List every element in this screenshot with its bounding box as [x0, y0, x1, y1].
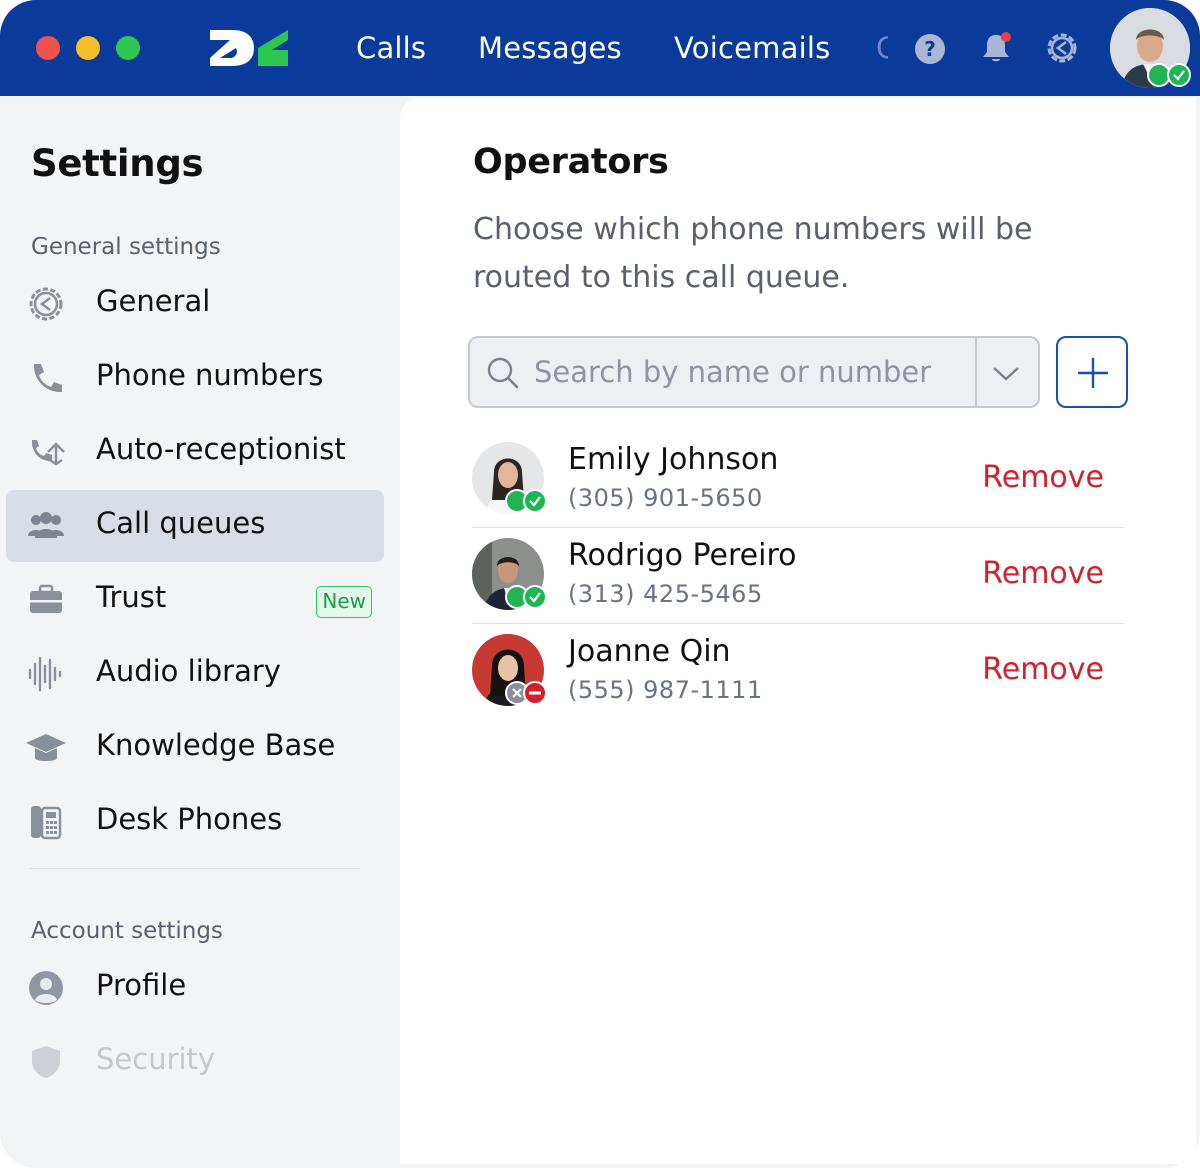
sidebar-item-label: Security	[96, 1042, 216, 1076]
status-available-icon	[1147, 63, 1191, 87]
sidebar-title: Settings	[31, 142, 204, 185]
sidebar-item-label: General	[96, 284, 211, 318]
sidebar-item-profile[interactable]: Profile	[6, 952, 384, 1024]
nav-voicemails[interactable]: Voicemails	[674, 30, 830, 66]
section-label-general: General settings	[31, 234, 221, 260]
waveform-icon	[28, 656, 62, 692]
sidebar-item-label: Profile	[96, 968, 187, 1002]
status-available-icon	[505, 489, 547, 513]
status-available-icon	[505, 585, 547, 609]
operator-name: Rodrigo Pereiro	[568, 538, 797, 573]
sidebar-item-label: Desk Phones	[96, 802, 283, 836]
sidebar-item-desk-phones[interactable]: Desk Phones	[6, 786, 384, 858]
sidebar-item-trust[interactable]: Trust New	[6, 564, 384, 636]
sidebar-item-label: Call queues	[96, 506, 266, 540]
window-close-button[interactable]	[36, 36, 60, 60]
sidebar-item-label: Audio library	[96, 654, 281, 688]
status-dnd-icon	[505, 681, 547, 705]
briefcase-icon	[30, 584, 62, 613]
section-label-account: Account settings	[31, 918, 223, 944]
search-icon	[487, 357, 519, 389]
remove-operator-button[interactable]: Remove	[982, 460, 1104, 495]
add-operator-button[interactable]	[1056, 336, 1128, 408]
sidebar-item-security[interactable]: Security	[6, 1026, 384, 1098]
svg-text:?: ?	[924, 37, 936, 61]
nav-messages[interactable]: Messages	[478, 30, 622, 66]
people-icon	[28, 512, 64, 538]
phone-icon	[33, 364, 62, 393]
nav-overflow-item[interactable]: C	[876, 30, 888, 66]
sidebar-item-auto-receptionist[interactable]: Auto-receptionist	[6, 416, 384, 488]
gear-icon[interactable]	[1044, 30, 1080, 66]
sidebar-item-label: Trust	[96, 580, 167, 614]
sidebar-divider	[30, 868, 360, 869]
operator-name: Emily Johnson	[568, 442, 779, 477]
sidebar-item-phone-numbers[interactable]: Phone numbers	[6, 342, 384, 414]
bell-icon[interactable]	[978, 30, 1014, 66]
operator-name: Joanne Qin	[568, 634, 731, 669]
page-description: Choose which phone numbers will be route…	[473, 212, 1033, 295]
window-minimize-button[interactable]	[76, 36, 100, 60]
app-logo[interactable]	[208, 28, 290, 68]
operator-phone: (313) 425-5465	[568, 580, 763, 608]
gear-icon	[29, 287, 63, 321]
operator-row: Emily Johnson (305) 901-5650 Remove	[472, 432, 1124, 528]
sidebar-item-knowledge-base[interactable]: Knowledge Base	[6, 712, 384, 784]
settings-sidebar: Settings General settings General Phone …	[0, 96, 400, 1168]
sidebar-item-general[interactable]: General	[6, 268, 384, 340]
operator-search[interactable]	[468, 336, 1040, 408]
desk-phone-icon	[31, 806, 62, 840]
search-divider	[975, 338, 977, 406]
remove-operator-button[interactable]: Remove	[982, 556, 1104, 591]
help-icon[interactable]: ?	[914, 33, 946, 65]
shield-icon	[32, 1046, 60, 1078]
operator-row: Joanne Qin (555) 987-1111 Remove	[472, 624, 1124, 720]
sidebar-item-label: Auto-receptionist	[96, 432, 346, 466]
sidebar-item-call-queues[interactable]: Call queues	[6, 490, 384, 562]
search-input[interactable]	[534, 352, 964, 392]
sidebar-item-label: Phone numbers	[96, 358, 324, 392]
operator-phone: (305) 901-5650	[568, 484, 763, 512]
top-bar: Calls Messages Voicemails C ?	[0, 0, 1200, 96]
plus-icon	[1078, 358, 1108, 388]
sidebar-item-audio-library[interactable]: Audio library	[6, 638, 384, 710]
auto-receptionist-icon	[31, 440, 65, 466]
operators-panel: Operators Choose which phone numbers wil…	[400, 98, 1196, 1164]
remove-operator-button[interactable]: Remove	[982, 652, 1104, 687]
app-window: Calls Messages Voicemails C ? Settings G…	[0, 0, 1200, 1168]
chevron-down-icon[interactable]	[988, 358, 1024, 388]
user-icon	[29, 971, 63, 1005]
sidebar-item-label: Knowledge Base	[96, 728, 336, 762]
operator-row: Rodrigo Pereiro (313) 425-5465 Remove	[472, 528, 1124, 624]
nav-calls[interactable]: Calls	[356, 30, 426, 66]
operator-phone: (555) 987-1111	[568, 676, 763, 704]
window-maximize-button[interactable]	[116, 36, 140, 60]
graduation-cap-icon	[26, 734, 66, 761]
new-badge: New	[316, 586, 372, 618]
page-title: Operators	[473, 142, 669, 182]
